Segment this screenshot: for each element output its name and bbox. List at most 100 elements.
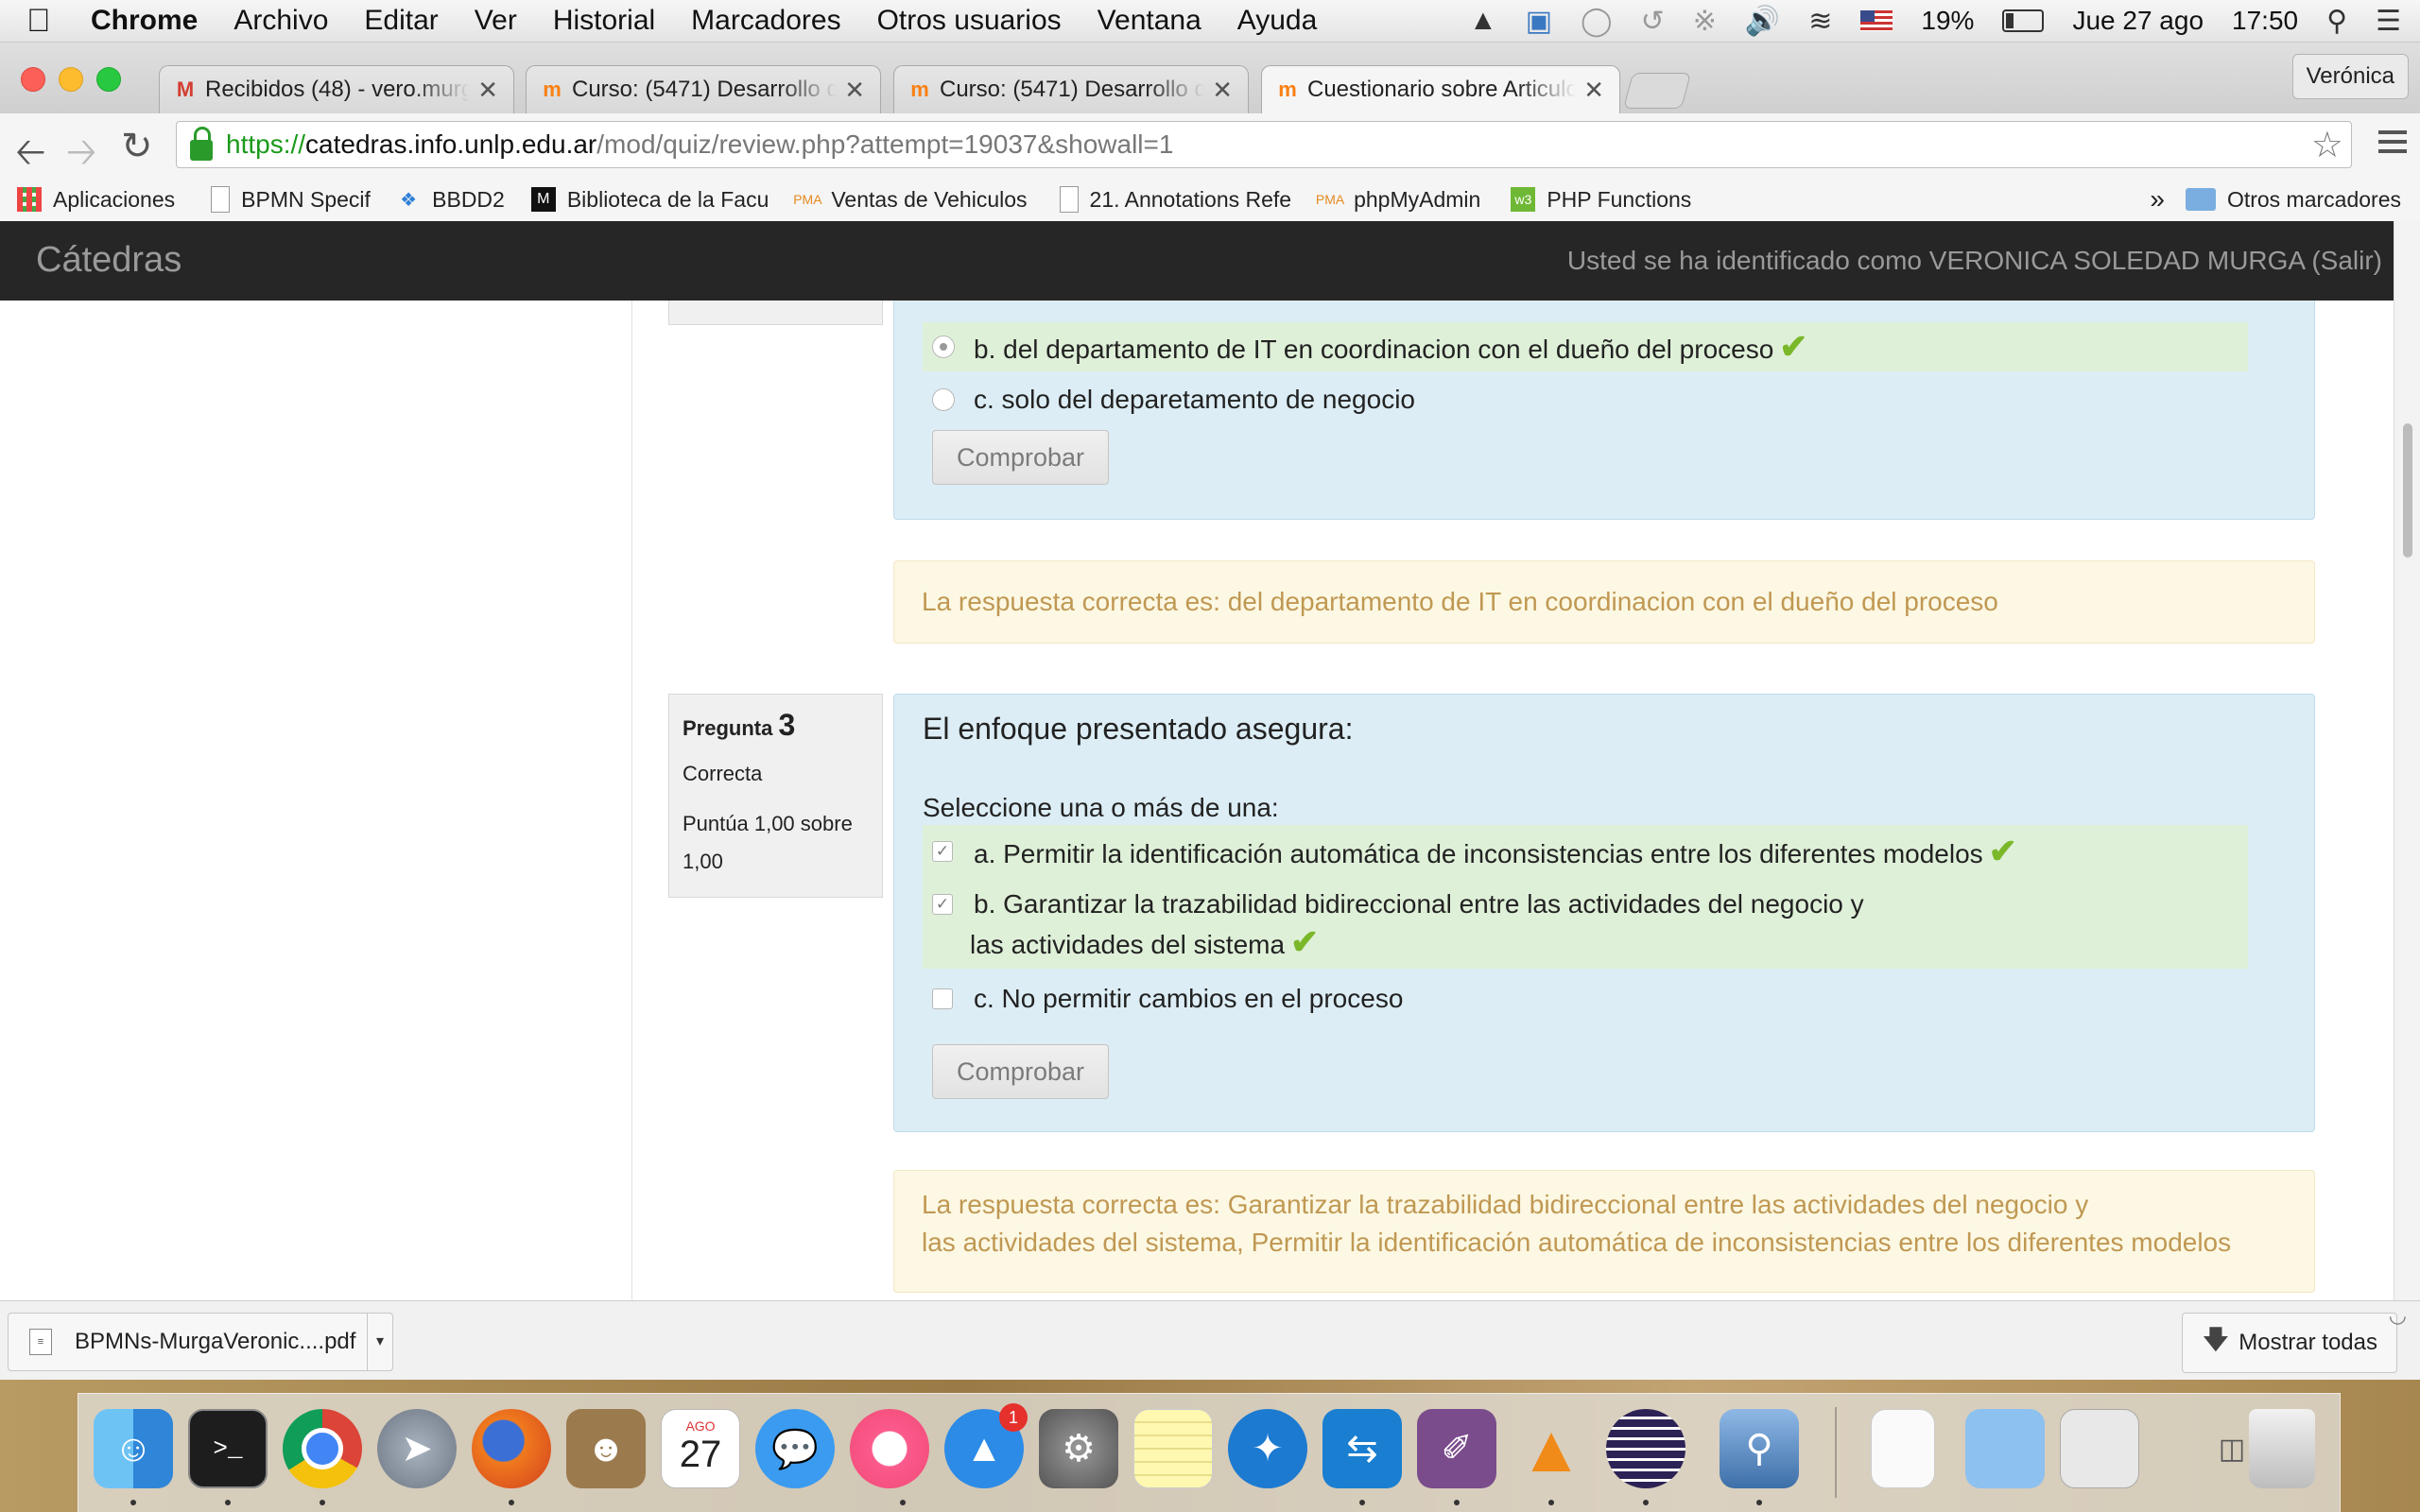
minimize-window-button[interactable]: [59, 67, 83, 92]
bookmark-bbdd2[interactable]: ❖ BBDD2: [396, 187, 505, 213]
check-button[interactable]: Comprobar: [932, 1044, 1110, 1099]
input-source-flag-icon[interactable]: [1860, 10, 1893, 31]
bookmark-aplicaciones[interactable]: Aplicaciones: [17, 187, 175, 213]
show-all-downloads-button[interactable]: 🡇 Mostrar todas: [2182, 1313, 2397, 1373]
question-3-option-a[interactable]: ✓ a. Permitir la identificación automáti…: [923, 825, 2248, 878]
radio-button[interactable]: [932, 335, 955, 358]
menu-item-editar[interactable]: Editar: [364, 5, 438, 37]
close-shelf-icon[interactable]: ◡: [2389, 1303, 2407, 1328]
tab-curso-2[interactable]: m Curso: (5471) Desarrollo de ✕: [893, 65, 1249, 113]
tab-gmail[interactable]: M Recibidos (48) - vero.murga ✕: [159, 65, 514, 113]
notification-center-icon[interactable]: ☰: [2376, 5, 2401, 38]
question-state: Correcta: [683, 762, 763, 785]
close-tab-icon[interactable]: ✕: [1583, 76, 1604, 105]
wifi-icon[interactable]: ≋: [1808, 5, 1832, 38]
sketch-app-icon[interactable]: ✐: [1417, 1409, 1496, 1488]
scrollbar-thumb[interactable]: [2403, 423, 2412, 558]
launchpad-icon[interactable]: ➤: [377, 1409, 457, 1488]
apple-menu-icon[interactable]: : [26, 3, 78, 40]
bookmark-ventas[interactable]: PMA Ventas de Vehiculos: [793, 187, 1027, 213]
google-drive-icon[interactable]: ▲: [1469, 5, 1497, 37]
running-indicator: [900, 1500, 906, 1505]
correct-check-icon: ✔: [1779, 327, 1808, 366]
preview-icon[interactable]: ⚲: [1720, 1409, 1799, 1488]
close-window-button[interactable]: [21, 67, 45, 92]
firefox-icon[interactable]: [472, 1409, 551, 1488]
volume-icon[interactable]: 🔊: [1745, 5, 1780, 38]
chrome-menu-icon[interactable]: [2378, 130, 2407, 159]
site-brand-link[interactable]: Cátedras: [36, 240, 182, 281]
bookmark-biblioteca[interactable]: M Biblioteca de la Facu: [530, 187, 769, 213]
login-info[interactable]: Usted se ha identificado como VERONICA S…: [1567, 246, 2382, 276]
document-icon[interactable]: [1871, 1409, 1935, 1488]
page-scrollbar[interactable]: [2394, 221, 2420, 1300]
checkbox[interactable]: ✓: [932, 894, 953, 915]
radio-button[interactable]: [932, 388, 955, 411]
question-3-option-b[interactable]: ✓ b. Garantizar la trazabilidad bidirecc…: [923, 878, 2248, 969]
app-store-icon[interactable]: ▲ 1: [944, 1403, 1028, 1488]
bluetooth-icon[interactable]: ※: [1693, 5, 1717, 38]
tab-curso-1[interactable]: m Curso: (5471) Desarrollo de ✕: [526, 65, 881, 113]
menu-item-historial[interactable]: Historial: [553, 5, 655, 37]
openoffice-icon[interactable]: ✦: [1228, 1409, 1307, 1488]
bookmark-phpmyadmin[interactable]: PMA phpMyAdmin: [1316, 187, 1480, 213]
checkbox[interactable]: [932, 988, 953, 1009]
bookmarks-overflow-button[interactable]: »: [2150, 184, 2165, 215]
vlc-icon[interactable]: ▲: [1512, 1409, 1591, 1488]
menu-item-archivo[interactable]: Archivo: [233, 5, 328, 37]
correct-check-icon: ✔: [1988, 832, 2017, 870]
menu-item-ayuda[interactable]: Ayuda: [1237, 5, 1318, 37]
reload-icon[interactable]: ↻: [121, 125, 153, 168]
checkbox[interactable]: ✓: [932, 841, 953, 862]
calendar-icon[interactable]: AGO 27: [661, 1409, 740, 1488]
tab-cuestionario[interactable]: m Cuestionario sobre Articulo ✕: [1261, 65, 1620, 113]
system-preferences-icon[interactable]: ⚙: [1039, 1409, 1118, 1488]
teamviewer-icon[interactable]: ⇆: [1322, 1409, 1402, 1488]
time-machine-icon[interactable]: ↺: [1641, 5, 1665, 38]
eclipse-icon[interactable]: [1606, 1409, 1685, 1488]
bookmark-annotations[interactable]: 21. Annotations Refe: [1059, 186, 1291, 213]
menu-item-otros-usuarios[interactable]: Otros usuarios: [877, 5, 1062, 37]
contacts-icon[interactable]: ☻: [566, 1409, 646, 1488]
check-button[interactable]: Comprobar: [932, 430, 1110, 485]
question-2-option-c[interactable]: c. solo del deparetamento de negocio: [923, 375, 2248, 424]
download-item[interactable]: ≡ BPMNs-MurgaVeronic....pdf ▾: [8, 1313, 393, 1371]
download-options-arrow-icon[interactable]: ▾: [367, 1314, 392, 1370]
stickies-icon[interactable]: [1133, 1409, 1213, 1488]
downloads-folder-icon[interactable]: [1965, 1409, 2045, 1488]
messages-status-icon[interactable]: ◯: [1581, 5, 1613, 38]
screenshot-stack-icon[interactable]: [2060, 1409, 2139, 1488]
messages-icon[interactable]: 💬: [755, 1409, 835, 1488]
question-3-option-c[interactable]: c. No permitir cambios en el proceso: [923, 972, 2248, 1025]
finder-icon[interactable]: ☺: [94, 1409, 173, 1488]
close-tab-icon[interactable]: ✕: [477, 76, 498, 105]
menu-date[interactable]: Jue 27 ago: [2072, 6, 2204, 36]
trash-icon[interactable]: [2249, 1409, 2315, 1488]
menu-item-ver[interactable]: Ver: [475, 5, 517, 37]
menu-item-marcadores[interactable]: Marcadores: [691, 5, 840, 37]
menu-item-ventana[interactable]: Ventana: [1098, 5, 1201, 37]
menu-app-name[interactable]: Chrome: [91, 5, 198, 37]
feedback-text-line-1: La respuesta correcta es: Garantizar la …: [922, 1190, 2089, 1219]
address-bar[interactable]: https:// catedras.info.unlp.edu.ar /mod/…: [176, 121, 2352, 168]
bookmark-php-functions[interactable]: w3 PHP Functions: [1511, 187, 1691, 213]
chrome-icon[interactable]: [283, 1409, 362, 1488]
spotlight-search-icon[interactable]: ⚲: [2326, 5, 2347, 38]
menu-time[interactable]: 17:50: [2232, 6, 2298, 36]
bookmark-star-icon[interactable]: ☆: [2311, 124, 2343, 166]
sync-app-icon[interactable]: ▣: [1526, 5, 1552, 38]
other-bookmarks-button[interactable]: Otros marcadores: [2227, 187, 2401, 213]
terminal-icon[interactable]: >_: [188, 1409, 268, 1488]
profile-button[interactable]: Verónica: [2291, 54, 2409, 99]
running-indicator: [320, 1500, 325, 1505]
w3schools-icon: w3: [1511, 187, 1536, 212]
zoom-window-button[interactable]: [96, 67, 121, 92]
close-tab-icon[interactable]: ✕: [1212, 76, 1233, 105]
battery-icon[interactable]: [2002, 9, 2045, 32]
new-tab-button[interactable]: [1622, 73, 1692, 109]
question-2-option-b[interactable]: b. del departamento de IT en coordinacio…: [923, 322, 2248, 371]
bookmark-bpmn[interactable]: BPMN Specification: [211, 186, 372, 213]
running-indicator: [1756, 1500, 1762, 1505]
close-tab-icon[interactable]: ✕: [844, 76, 865, 105]
itunes-icon[interactable]: ♫: [850, 1409, 929, 1488]
